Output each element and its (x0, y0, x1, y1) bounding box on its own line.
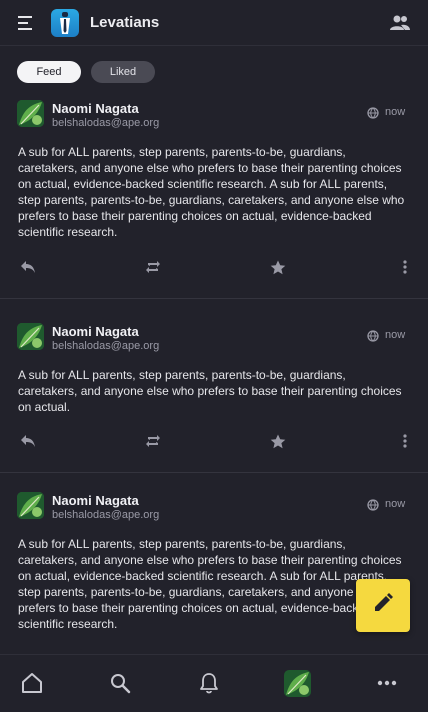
more-vertical-icon[interactable] (396, 258, 414, 276)
author-name[interactable]: Naomi Nagata (52, 101, 139, 116)
people-icon[interactable] (389, 15, 411, 31)
post-time: now (385, 106, 406, 118)
author-handle: belshalodas@ape.org (52, 117, 160, 129)
globe-icon (367, 329, 379, 342)
author-name[interactable]: Naomi Nagata (52, 324, 139, 339)
post-content: A sub for ALL parents, step parents, par… (18, 145, 405, 239)
post-content: A sub for ALL parents, step parents, par… (18, 537, 405, 631)
app-logo (51, 9, 79, 37)
pencil-icon (373, 593, 393, 618)
globe-icon (367, 498, 379, 511)
menu-icon[interactable] (18, 16, 36, 30)
author-handle: belshalodas@ape.org (52, 509, 160, 521)
bell-icon[interactable] (197, 671, 221, 695)
search-icon[interactable] (108, 671, 132, 695)
bottom-navigation (0, 654, 428, 712)
avatar[interactable] (17, 323, 44, 350)
post-time: now (385, 329, 406, 341)
profile-avatar[interactable] (284, 670, 311, 697)
post-content: A sub for ALL parents, step parents, par… (18, 368, 402, 414)
star-icon[interactable] (269, 258, 287, 276)
tab-liked[interactable]: Liked (91, 61, 155, 83)
more-vertical-icon[interactable] (396, 432, 414, 450)
compose-button[interactable] (356, 579, 410, 632)
post-time: now (385, 498, 406, 510)
app-title: Levatians (90, 14, 160, 31)
post: Naomi Nagata belshalodas@ape.org now A s… (0, 299, 428, 473)
post: Naomi Nagata belshalodas@ape.org now A s… (0, 97, 428, 299)
repeat-icon[interactable] (144, 258, 162, 276)
globe-icon (367, 106, 379, 119)
reply-icon[interactable] (19, 432, 37, 450)
tab-feed[interactable]: Feed (17, 61, 81, 83)
author-handle: belshalodas@ape.org (52, 340, 160, 352)
avatar[interactable] (17, 492, 44, 519)
feed-tabs: Feed Liked (17, 61, 155, 83)
app-bar: Levatians (0, 0, 428, 46)
avatar[interactable] (17, 100, 44, 127)
star-icon[interactable] (269, 432, 287, 450)
reply-icon[interactable] (19, 258, 37, 276)
author-name[interactable]: Naomi Nagata (52, 493, 139, 508)
repeat-icon[interactable] (144, 432, 162, 450)
home-icon[interactable] (20, 671, 44, 695)
more-horizontal-icon[interactable] (375, 671, 399, 695)
